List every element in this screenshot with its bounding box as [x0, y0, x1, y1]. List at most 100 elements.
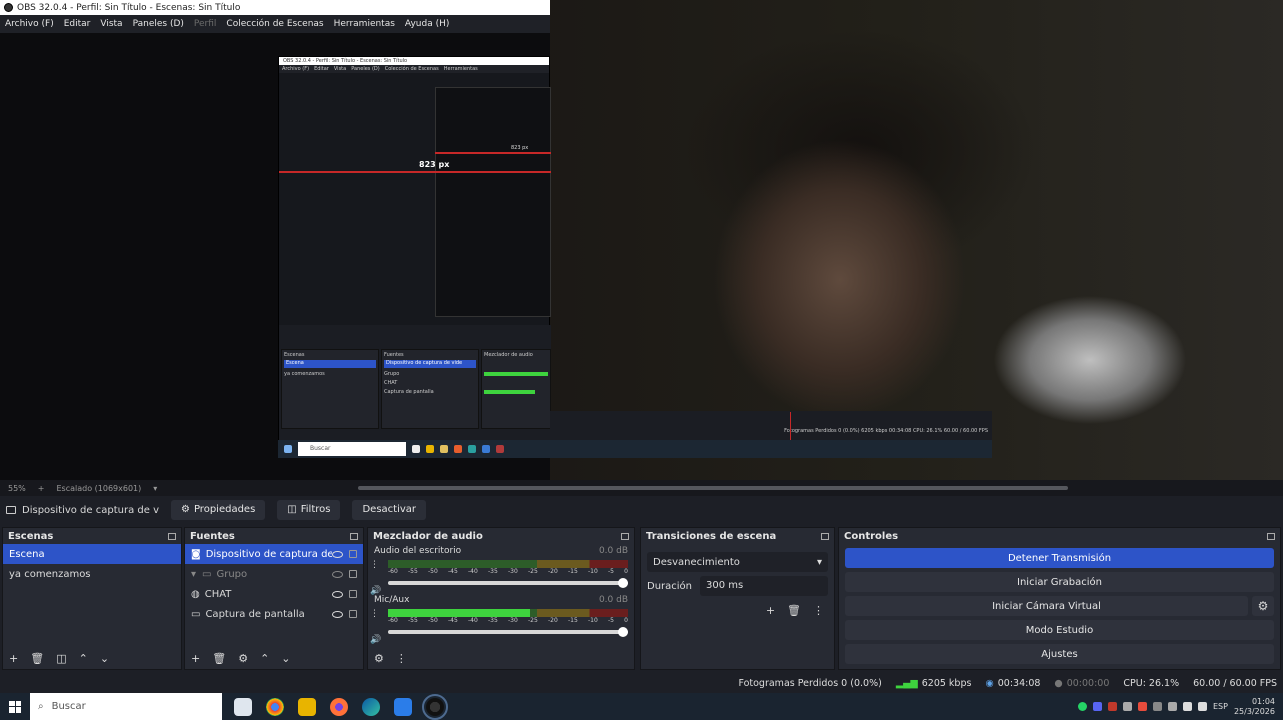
menu-editar[interactable]: Editar — [59, 19, 96, 29]
nested-meter — [484, 372, 548, 376]
scene-item[interactable]: Escena — [3, 544, 181, 564]
menu-icon[interactable]: ⋮ — [813, 604, 824, 617]
taskbar-search[interactable]: ⌕ Buscar — [30, 693, 222, 720]
tray-app-icon[interactable] — [1153, 702, 1162, 711]
hidden-icon[interactable] — [332, 570, 343, 578]
filters-button[interactable]: ◫ Filtros — [277, 500, 341, 520]
mixer-settings-icon[interactable]: ⚙ — [374, 652, 384, 665]
language-indicator[interactable]: ESP — [1213, 702, 1228, 711]
signal-bars-icon: ▂▄▆ — [895, 677, 918, 689]
deactivate-button[interactable]: Desactivar — [352, 500, 427, 520]
network-icon[interactable] — [1183, 702, 1192, 711]
scene-filters-icon[interactable]: ◫ — [56, 652, 66, 665]
volume-slider[interactable] — [388, 578, 628, 588]
track-menu-icon[interactable]: ⋮ — [370, 560, 379, 570]
whatsapp-icon[interactable] — [1078, 702, 1087, 711]
obs-icon[interactable] — [422, 693, 448, 720]
scene-item[interactable]: ya comenzamos — [3, 564, 181, 584]
tray-app-icon[interactable] — [1138, 702, 1147, 711]
nested-scenes-title: Escenas — [284, 352, 305, 358]
preview-horizontal-scrollbar[interactable] — [358, 486, 1068, 490]
tray-app-icon[interactable] — [1123, 702, 1132, 711]
duration-input[interactable]: 300 ms — [700, 576, 828, 596]
start-virtual-cam-button[interactable]: Iniciar Cámara Virtual — [845, 596, 1248, 616]
nested-sources-title: Fuentes — [384, 352, 404, 358]
trash-icon[interactable]: 🗑 — [30, 652, 44, 665]
move-down-icon[interactable]: ⌄ — [281, 652, 290, 665]
lock-icon[interactable] — [349, 570, 357, 578]
settings-button[interactable]: Ajustes — [845, 644, 1274, 664]
trash-icon[interactable]: 🗑 — [212, 652, 226, 665]
nested-source-item: CHAT — [384, 380, 398, 386]
move-down-icon[interactable]: ⌄ — [100, 652, 109, 665]
mixer-menu-icon[interactable]: ⋮ — [396, 652, 407, 665]
move-up-icon[interactable]: ⌃ — [260, 652, 269, 665]
task-view-icon[interactable] — [234, 697, 252, 716]
source-item[interactable]: ◍ CHAT — [185, 584, 363, 604]
virtual-cam-settings-icon[interactable]: ⚙ — [1252, 596, 1274, 616]
clock[interactable]: 01:04 25/3/2026 — [1234, 697, 1275, 717]
windows-start-icon[interactable] — [0, 700, 30, 713]
store-icon[interactable] — [394, 697, 412, 716]
menu-perfil[interactable]: Perfil — [189, 19, 222, 29]
undock-icon[interactable] — [350, 532, 358, 540]
add-icon[interactable]: + — [766, 604, 775, 617]
nested-screen-capture: OBS 32.0.4 - Perfil: Sin Título - Escena… — [278, 56, 551, 458]
source-item[interactable]: ▭ Captura de pantalla — [185, 604, 363, 624]
visibility-icon[interactable] — [332, 610, 343, 618]
tray-app-icon[interactable] — [1168, 702, 1177, 711]
volume-knob[interactable] — [618, 627, 628, 637]
add-icon[interactable]: + — [9, 652, 18, 665]
chrome-icon[interactable] — [266, 697, 284, 716]
gear-icon[interactable]: ⚙ — [238, 652, 248, 665]
lock-icon[interactable] — [349, 590, 357, 598]
visibility-icon[interactable] — [332, 590, 343, 598]
menu-herramientas[interactable]: Herramientas — [329, 19, 400, 29]
transition-select[interactable]: Desvanecimiento ▾ — [647, 552, 828, 572]
meter-tick-label: -60 — [388, 617, 398, 624]
menu-ayuda[interactable]: Ayuda (H) — [400, 19, 454, 29]
lock-icon[interactable] — [349, 610, 357, 618]
source-item[interactable]: ◙ Dispositivo de captura de vide — [185, 544, 363, 564]
undock-icon[interactable] — [821, 532, 829, 540]
discord-icon[interactable] — [1093, 702, 1102, 711]
start-recording-button[interactable]: Iniciar Grabación — [845, 572, 1274, 592]
file-explorer-icon[interactable] — [298, 697, 316, 716]
properties-button[interactable]: ⚙ Propiedades — [170, 500, 266, 520]
source-item[interactable]: ▾ ▭ Grupo — [185, 564, 363, 584]
zoom-level[interactable]: 55% — [8, 484, 26, 493]
sources-dock-header: Fuentes — [185, 528, 363, 544]
menu-vista[interactable]: Vista — [95, 19, 127, 29]
undock-icon[interactable] — [1267, 532, 1275, 540]
volume-slider[interactable] — [388, 627, 628, 637]
volume-icon[interactable] — [1198, 702, 1207, 711]
lock-icon[interactable] — [349, 550, 357, 558]
stream-time: 00:34:08 — [997, 677, 1041, 689]
bitrate: 6205 kbps — [921, 677, 972, 689]
scale-dropdown-icon[interactable]: ▾ — [153, 484, 157, 493]
mixer-toolbar: ⚙ ⋮ — [374, 652, 407, 665]
edge-icon[interactable] — [362, 697, 380, 716]
menu-archivo[interactable]: Archivo (F) — [0, 19, 59, 29]
nested-mixer-title: Mezclador de audio — [484, 352, 533, 358]
visibility-icon[interactable] — [332, 550, 343, 558]
track-menu-icon[interactable]: ⋮ — [370, 609, 379, 619]
nested-app-icon — [496, 445, 504, 453]
menu-coleccion-escenas[interactable]: Colección de Escenas — [221, 19, 328, 29]
volume-knob[interactable] — [618, 578, 628, 588]
add-icon[interactable]: + — [191, 652, 200, 665]
trash-icon[interactable]: 🗑 — [787, 604, 801, 617]
tray-app-icon[interactable] — [1108, 702, 1117, 711]
move-up-icon[interactable]: ⌃ — [79, 652, 88, 665]
undock-icon[interactable] — [621, 532, 629, 540]
firefox-icon[interactable] — [330, 697, 348, 716]
speaker-icon[interactable]: 🔊 — [370, 635, 381, 645]
meter-tick-label: -30 — [508, 617, 518, 624]
expand-icon[interactable]: ▾ — [191, 569, 196, 580]
undock-icon[interactable] — [168, 532, 176, 540]
studio-mode-button[interactable]: Modo Estudio — [845, 620, 1274, 640]
stop-stream-button[interactable]: Detener Transmisión — [845, 548, 1274, 568]
track-name: Audio del escritorio — [374, 546, 462, 556]
menu-paneles[interactable]: Paneles (D) — [128, 19, 189, 29]
zoom-in-icon[interactable]: + — [38, 484, 45, 493]
